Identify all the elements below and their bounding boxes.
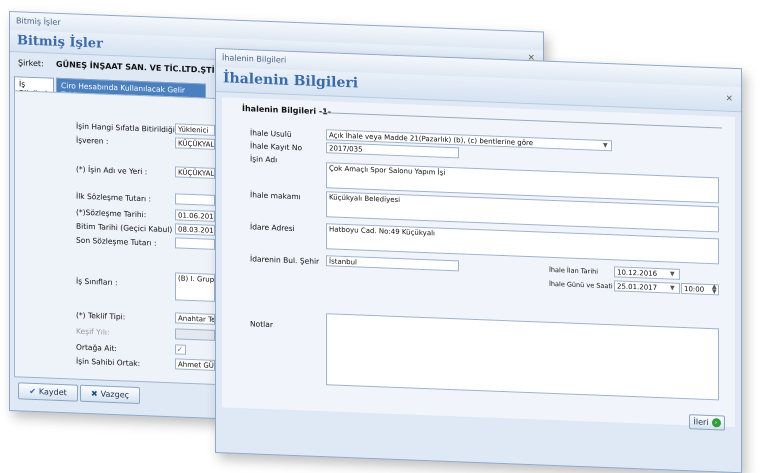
field-label: İşveren : bbox=[76, 135, 109, 146]
field-label: İş Sınıfları : bbox=[76, 276, 118, 288]
isin-adi-label: İşin Adı bbox=[250, 154, 278, 165]
next-button-label: İleri bbox=[693, 417, 709, 427]
next-button[interactable]: İleri › bbox=[689, 414, 725, 431]
field-label: Keşif Yılı: bbox=[76, 326, 110, 337]
checkmark-icon: ✔ bbox=[29, 386, 36, 397]
field-input[interactable]: KÜÇÜKYALI bbox=[175, 137, 215, 150]
field-input[interactable]: Yüklenici bbox=[175, 123, 215, 136]
chevron-down-icon[interactable]: ▼ bbox=[670, 284, 675, 291]
ihale-makami-label: İhale makamı bbox=[250, 190, 301, 202]
cancel-button-label: Vazgeç bbox=[100, 389, 130, 400]
x-icon: ✖ bbox=[90, 389, 98, 399]
field-input[interactable]: 08.03.2016 bbox=[175, 223, 215, 236]
field-input[interactable]: KÜÇÜKYALI bbox=[175, 166, 215, 179]
save-button-label: Kaydet bbox=[38, 387, 67, 398]
cancel-button[interactable]: ✖ Vazgeç bbox=[80, 384, 140, 405]
field-input[interactable]: (B) I. Grup: bbox=[175, 272, 215, 302]
field-input[interactable]: 01.06.2014 bbox=[175, 209, 215, 222]
ihalenin-bilgileri-window: İhalenin Bilgileri İhalenin Bilgileri × … bbox=[215, 48, 742, 473]
field-input[interactable] bbox=[175, 193, 215, 206]
checkbox[interactable]: ✓ bbox=[175, 344, 186, 355]
save-button[interactable]: ✔ Kaydet bbox=[18, 382, 78, 402]
idare-adresi-label: İdare Adresi bbox=[250, 222, 295, 234]
field-input[interactable] bbox=[175, 237, 215, 250]
field-label: (*) Teklif Tipi: bbox=[76, 310, 126, 322]
close-icon[interactable]: × bbox=[725, 94, 733, 104]
field-input[interactable]: Anahtar Te bbox=[175, 312, 215, 325]
arrow-right-icon: › bbox=[711, 418, 721, 428]
field-label: Ortağa Ait: bbox=[76, 342, 117, 354]
window-title-text: Bitmiş İşler bbox=[17, 33, 103, 52]
window-title-text: İhalenin Bilgileri bbox=[223, 70, 359, 92]
field-input bbox=[175, 328, 215, 341]
chevron-down-icon[interactable]: ▼ bbox=[603, 142, 608, 149]
notlar-label: Notlar bbox=[250, 319, 273, 330]
field-input[interactable]: Ahmet GÜN bbox=[175, 358, 215, 371]
spinner-icon[interactable]: ▲ ▼ bbox=[712, 283, 717, 295]
notlar-textarea[interactable] bbox=[326, 313, 719, 401]
chevron-down-icon[interactable]: ▼ bbox=[670, 270, 675, 277]
ihale-usulu-label: İhale Usulü bbox=[250, 128, 292, 139]
company-label: Şirket: bbox=[18, 58, 44, 69]
company-value: GÜNEŞ İNŞAAT SAN. VE TİC.LTD.ŞTİ bbox=[56, 59, 215, 75]
